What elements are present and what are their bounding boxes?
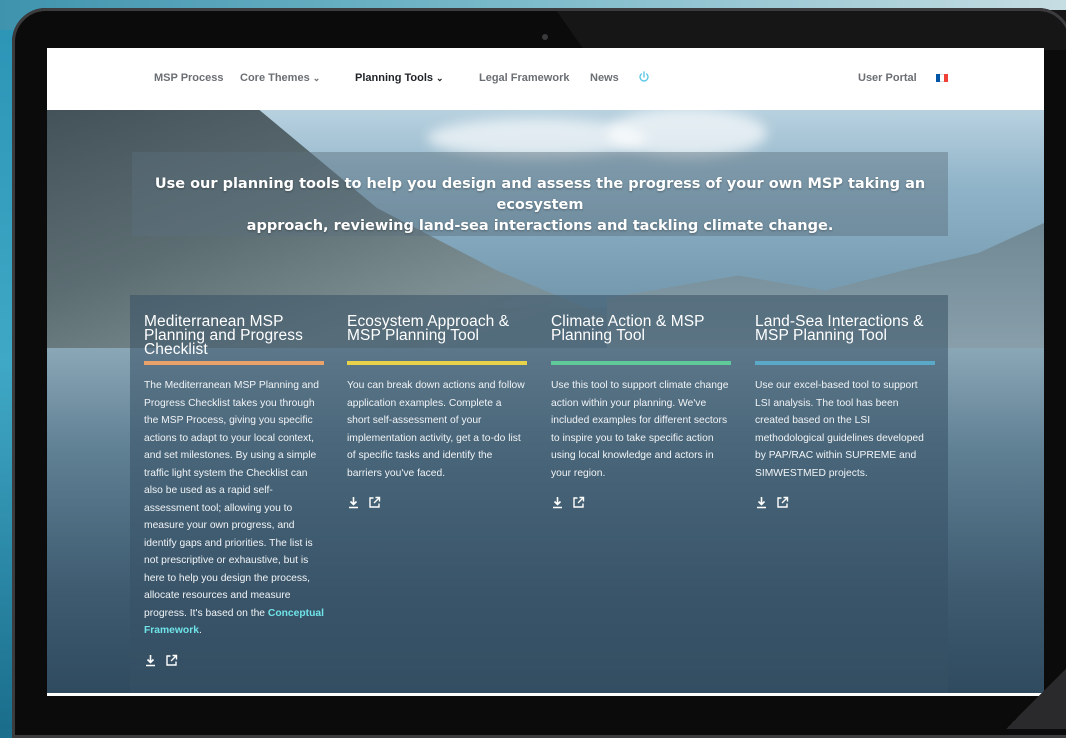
card-description: You can break down actions and follow ap… — [347, 380, 525, 479]
download-icon[interactable] — [144, 654, 157, 667]
card-description-text: The Mediterranean MSP Planning and Progr… — [144, 380, 319, 619]
hero-banner: Use our planning tools to help you desig… — [132, 152, 948, 236]
chevron-down-icon: ⌄ — [312, 73, 321, 83]
hero-text-line: Use our planning tools to help you desig… — [154, 176, 926, 213]
card-description: Use this tool to support climate change … — [551, 380, 729, 479]
tool-card-climate-action: Climate Action & MSP Planning Tool Use t… — [551, 313, 731, 509]
laptop-screen: MSP Process Core Themes ⌄ Planning Tools ⌄… — [47, 48, 1044, 696]
card-actions — [755, 496, 935, 509]
user-portal-label: User Portal — [858, 72, 917, 84]
card-actions — [347, 496, 527, 509]
external-link-icon[interactable] — [368, 496, 381, 509]
card-accent-bar — [347, 361, 527, 365]
card-actions — [144, 654, 324, 667]
nav-item-label: Core Themes — [240, 72, 310, 84]
cloud — [607, 108, 767, 158]
planning-tools-panel: Mediterranean MSP Planning and Progress … — [130, 295, 948, 696]
bezel-corner — [1006, 669, 1066, 729]
webcam-icon — [542, 34, 548, 40]
card-accent-bar — [755, 361, 935, 365]
card-accent-bar — [551, 361, 731, 365]
external-link-icon[interactable] — [165, 654, 178, 667]
bezel-glare — [555, 10, 1066, 50]
card-description: Use our excel-based tool to support LSI … — [755, 380, 924, 479]
card-description-suffix: . — [198, 625, 202, 636]
user-portal-link[interactable]: User Portal — [858, 72, 917, 84]
power-icon[interactable] — [638, 71, 650, 83]
card-title: Climate Action & MSP Planning Tool — [551, 313, 705, 344]
nav-item-news[interactable]: News — [590, 72, 619, 84]
download-icon[interactable] — [551, 496, 564, 509]
nav-item-msp-process[interactable]: MSP Process — [154, 72, 224, 84]
french-flag-icon[interactable] — [936, 74, 948, 82]
card-title: Mediterranean MSP Planning and Progress … — [144, 313, 303, 358]
download-icon[interactable] — [347, 496, 360, 509]
tool-card-checklist: Mediterranean MSP Planning and Progress … — [144, 313, 324, 667]
card-title: Land-Sea Interactions & MSP Planning Too… — [755, 313, 924, 344]
nav-item-label: MSP Process — [154, 72, 224, 84]
hero-text-line: approach, reviewing land-sea interaction… — [246, 218, 834, 234]
external-link-icon[interactable] — [776, 496, 789, 509]
top-navbar: MSP Process Core Themes ⌄ Planning Tools ⌄… — [47, 48, 1044, 110]
nav-item-label: Planning Tools — [355, 72, 434, 84]
tool-card-ecosystem-approach: Ecosystem Approach & MSP Planning Tool Y… — [347, 313, 527, 509]
nav-item-legal-framework[interactable]: Legal Framework — [479, 72, 569, 84]
tool-card-land-sea-interactions: Land-Sea Interactions & MSP Planning Too… — [755, 313, 935, 509]
chevron-down-icon: ⌄ — [436, 73, 444, 83]
card-description: The Mediterranean MSP Planning and Progr… — [144, 377, 324, 640]
download-icon[interactable] — [755, 496, 768, 509]
screen-bottom-edge — [47, 693, 1044, 696]
nav-item-label: News — [590, 72, 619, 84]
nav-item-core-themes[interactable]: Core Themes ⌄ — [240, 72, 320, 84]
card-actions — [551, 496, 731, 509]
card-accent-bar — [144, 361, 324, 365]
nav-item-label: Legal Framework — [479, 72, 570, 84]
external-link-icon[interactable] — [572, 496, 585, 509]
nav-item-planning-tools[interactable]: Planning Tools ⌄ — [355, 72, 444, 84]
card-title: Ecosystem Approach & MSP Planning Tool — [347, 313, 510, 344]
hero-text: Use our planning tools to help you desig… — [132, 174, 948, 237]
